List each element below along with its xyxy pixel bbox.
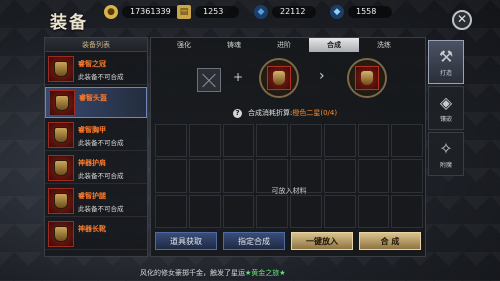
crown-item-icon: [48, 56, 74, 82]
help-icon[interactable]: ?: [233, 108, 242, 118]
top-bar: 装备 ● 17361339 ▤ 1253 ◆ 22112 ◆ 1558: [0, 0, 500, 33]
leggings-item-icon: [48, 188, 74, 214]
ticker-text: 风化的修女豪掷千金，触发了星运: [140, 269, 245, 277]
diamond-icon: ◆: [330, 4, 344, 19]
shoulder-item-icon: [48, 155, 74, 181]
resource-diamond: ◆ 1558: [330, 4, 392, 19]
compose-recipe: + ›: [151, 56, 427, 106]
material-cell[interactable]: [357, 124, 390, 158]
material-cell[interactable]: [222, 124, 255, 158]
arrow-right-icon: ›: [319, 68, 325, 84]
cost-value: 橙色二星(0/4): [292, 109, 338, 117]
boots-item-icon: [48, 221, 74, 247]
list-item[interactable]: 神器护肩 此装备不可合成: [45, 153, 147, 184]
compose-panel: 强化 铸魂 进阶 合成 洗练 + › ? 合成消耗折算: 橙色二星(0/4) 可…: [150, 37, 426, 257]
material-cell[interactable]: [188, 124, 221, 158]
grid-message: 可放入材料: [271, 187, 307, 195]
ticker-highlight: ★黄金之旅★: [245, 269, 286, 277]
close-button[interactable]: ✕: [452, 10, 472, 30]
side-tab-label: 打造: [439, 69, 452, 77]
material-cell[interactable]: [357, 194, 390, 228]
list-item[interactable]: 睿智之冠 此装备不可合成: [45, 54, 147, 85]
tab-forge-soul[interactable]: 铸魂: [209, 38, 259, 52]
compose-cost: ? 合成消耗折算: 橙色二星(0/4): [233, 108, 337, 118]
gem-icon: ◈: [439, 92, 453, 112]
side-tab-inlay[interactable]: ◈ 镶嵌: [428, 86, 464, 130]
tab-enhance[interactable]: 强化: [159, 38, 209, 52]
material-cell[interactable]: [256, 124, 288, 158]
material-cell[interactable]: [155, 194, 187, 228]
item-name: 睿智胸甲: [78, 126, 106, 134]
list-item[interactable]: 睿智胸甲 此装备不可合成: [45, 120, 147, 151]
equipment-list-header: 装备列表: [45, 38, 147, 52]
resource-scroll: ▤ 1253: [177, 4, 239, 19]
material-cell[interactable]: [323, 124, 356, 158]
material-cell[interactable]: [290, 194, 322, 228]
right-side-tabs: ⚒ 打造 ◈ 镶嵌 ✧ 附魔: [428, 40, 470, 178]
crystal-icon: ◆: [254, 4, 268, 19]
empty-material-slot[interactable]: [197, 68, 221, 92]
compose-button[interactable]: 合 成: [359, 232, 421, 250]
auto-fill-button[interactable]: 一键放入: [291, 232, 353, 250]
obtain-item-button[interactable]: 道具获取: [155, 232, 217, 250]
enchant-icon: ✧: [439, 138, 453, 158]
crystal-value: 22112: [272, 5, 316, 18]
list-item[interactable]: 睿智护腿 此装备不可合成: [45, 186, 147, 217]
coin-value: 17361339: [122, 5, 179, 18]
material-cell[interactable]: [155, 124, 187, 158]
broadcast-ticker: 风化的修女豪掷千金，触发了星运★黄金之旅★: [140, 268, 286, 278]
cost-label: 合成消耗折算:: [248, 109, 293, 117]
diamond-value: 1558: [348, 5, 392, 18]
item-name: 睿智护腿: [78, 192, 106, 200]
function-tabs: 强化 铸魂 进阶 合成 洗练: [151, 38, 427, 52]
item-status: 此装备不可合成: [78, 205, 124, 213]
item-status: 此装备不可合成: [78, 172, 124, 180]
side-tab-label: 附魔: [439, 161, 452, 169]
result-item-slot[interactable]: [347, 58, 387, 98]
tab-advance[interactable]: 进阶: [259, 38, 309, 52]
source-item-slot[interactable]: [259, 58, 299, 98]
list-item[interactable]: 睿智头盔: [45, 87, 147, 118]
material-cell[interactable]: [323, 194, 356, 228]
tab-refine[interactable]: 洗练: [359, 38, 409, 52]
material-cell[interactable]: [391, 124, 423, 158]
chestplate-item-icon: [48, 122, 74, 148]
resource-crystal: ◆ 22112: [254, 4, 316, 19]
side-tab-enchant[interactable]: ✧ 附魔: [428, 132, 464, 176]
item-name: 睿智头盔: [79, 94, 107, 102]
close-icon: ✕: [456, 12, 468, 26]
item-status: 此装备不可合成: [78, 73, 124, 81]
equipment-list-panel: 装备列表 睿智之冠 此装备不可合成 睿智头盔 睿智胸甲 此装备不可合成 神器护肩…: [44, 37, 148, 257]
helmet-item-icon: [49, 90, 75, 116]
material-cell[interactable]: [391, 194, 423, 228]
item-name: 神器长靴: [78, 225, 106, 233]
item-name: 神器护肩: [78, 159, 106, 167]
scroll-icon: ▤: [177, 4, 191, 19]
item-name: 睿智之冠: [78, 60, 106, 68]
action-buttons: 道具获取 指定合成 一键放入 合 成: [151, 232, 427, 252]
material-cell[interactable]: [188, 194, 221, 228]
material-cell[interactable]: [256, 194, 288, 228]
anvil-icon: ⚒: [438, 46, 454, 66]
page-title: 装备: [50, 13, 88, 33]
material-cell[interactable]: [290, 124, 322, 158]
tab-compose[interactable]: 合成: [309, 38, 359, 52]
item-status: 此装备不可合成: [78, 139, 124, 147]
plus-icon: +: [233, 70, 244, 84]
designate-compose-button[interactable]: 指定合成: [223, 232, 285, 250]
material-cell[interactable]: [222, 194, 255, 228]
list-item[interactable]: 神器长靴: [45, 219, 147, 250]
helmet-icon: [355, 66, 379, 90]
coin-icon: ●: [104, 4, 118, 19]
side-tab-forge[interactable]: ⚒ 打造: [428, 40, 464, 84]
helmet-icon: [267, 66, 291, 90]
resource-coin: ● 17361339: [104, 4, 179, 19]
material-grid: [155, 124, 423, 228]
side-tab-label: 镶嵌: [439, 115, 452, 123]
scroll-value: 1253: [195, 5, 239, 18]
